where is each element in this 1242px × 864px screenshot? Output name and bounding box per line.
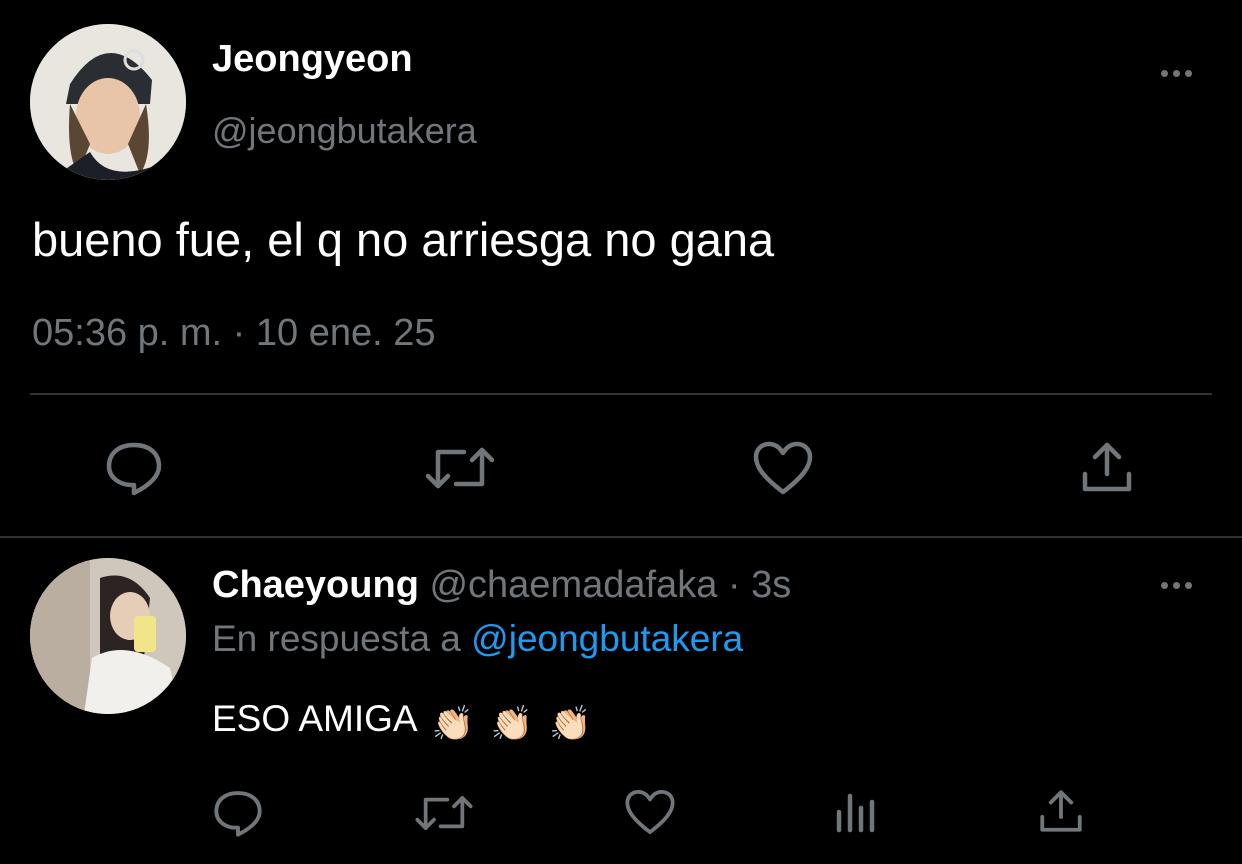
like-icon[interactable] — [624, 788, 676, 836]
divider — [30, 393, 1212, 395]
author-handle[interactable]: @jeongbutakera — [212, 110, 477, 152]
reply-to-label: En respuesta a — [212, 618, 461, 659]
avatar-photo — [30, 24, 186, 180]
reply-header: Chaeyoung @chaemadafaka · 3s — [212, 564, 791, 607]
more-options-icon[interactable] — [1161, 582, 1192, 589]
analytics-icon[interactable] — [834, 790, 878, 836]
like-icon[interactable] — [752, 440, 814, 496]
avatar[interactable] — [30, 24, 186, 180]
author-name[interactable]: Chaeyoung — [212, 564, 419, 606]
author-name[interactable]: Jeongyeon — [212, 38, 413, 81]
share-icon[interactable] — [1080, 440, 1134, 494]
avatar-photo — [30, 558, 186, 714]
author-handle[interactable]: @chaemadafaka — [429, 564, 717, 606]
main-tweet: Jeongyeon @jeongbutakera bueno fue, el q… — [0, 0, 1242, 538]
tweet-timestamp[interactable]: 05:36 p. m. · 10 ene. 25 — [32, 312, 436, 355]
reply-tweet[interactable]: Chaeyoung @chaemadafaka · 3s En respuest… — [0, 538, 1242, 864]
reply-to-handle-link[interactable]: @jeongbutakera — [471, 618, 743, 659]
more-options-icon[interactable] — [1161, 70, 1192, 77]
clap-emoji: 👏🏻 — [490, 705, 533, 743]
clap-emoji: 👏🏻 — [549, 705, 592, 743]
clap-emoji: 👏🏻 — [431, 705, 475, 743]
time-ago[interactable]: · 3s — [728, 564, 791, 606]
avatar[interactable] — [30, 558, 186, 714]
reply-text-content: ESO AMIGA — [212, 698, 416, 739]
retweet-icon[interactable] — [424, 442, 496, 494]
reply-icon[interactable] — [104, 440, 164, 496]
reply-context: En respuesta a @jeongbutakera — [212, 618, 743, 660]
tweet-text: bueno fue, el q no arriesga no gana — [32, 213, 775, 266]
reply-icon[interactable] — [212, 788, 264, 838]
share-icon[interactable] — [1038, 788, 1084, 834]
reply-text: ESO AMIGA 👏🏻 👏🏻 👏🏻 — [212, 698, 591, 744]
retweet-icon[interactable] — [414, 790, 474, 836]
